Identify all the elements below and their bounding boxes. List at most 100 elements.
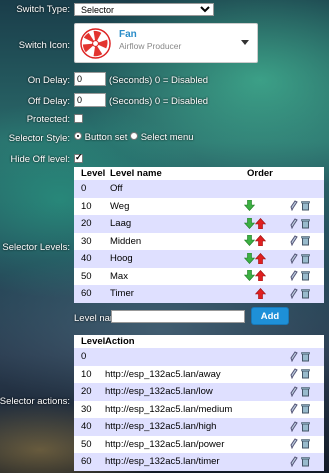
trash-icon[interactable] [301,403,310,414]
level-name-input[interactable] [111,310,245,323]
arrow-up-icon[interactable] [254,253,267,265]
row-tools [290,215,310,233]
trash-icon[interactable] [301,200,310,211]
trash-icon[interactable] [301,270,310,281]
row-tools [290,453,310,471]
order-controls [244,285,267,303]
level-value: 20 [81,218,92,229]
arrow-down-icon[interactable] [243,235,256,247]
action-row: 40 http://esp_132ac5.lan/high [74,418,324,436]
level-value: 30 [81,235,92,247]
pencil-icon[interactable] [290,456,298,468]
row-tools [290,250,310,268]
switch-type-select[interactable]: Selector [74,3,214,16]
order-controls [244,180,266,198]
arrow-up-icon[interactable] [254,218,267,230]
arrow-down-icon[interactable] [243,270,256,282]
selector-actions-label: Selector actions: [0,396,70,407]
row-tools [290,401,310,419]
header-action: Action [105,336,135,347]
action-url: http://esp_132ac5.lan/high [105,421,217,432]
pencil-icon[interactable] [290,235,298,247]
icon-description: Airflow Producer [119,41,182,51]
on-delay-input[interactable] [74,72,106,86]
pencil-icon[interactable] [290,288,298,300]
add-button[interactable]: Add [251,307,289,325]
switch-icon-dropdown[interactable]: Fan Airflow Producer [74,23,258,63]
action-url: http://esp_132ac5.lan/low [105,386,213,397]
row-tools [290,285,310,303]
on-delay-label: On Delay: [27,75,70,86]
trash-icon[interactable] [301,235,310,246]
level-name: Timer [110,288,134,299]
arrow-down-icon[interactable] [243,200,256,212]
protected-checkbox[interactable] [74,114,83,123]
arrow-up-icon[interactable] [254,288,267,300]
trash-icon[interactable] [301,351,310,362]
trash-icon[interactable] [301,368,310,379]
radio-select-menu-label: Select menu [140,132,194,143]
trash-icon[interactable] [301,288,310,299]
pencil-icon[interactable] [290,438,298,450]
action-row: 20 http://esp_132ac5.lan/low [74,383,324,401]
level-name: Midden [110,235,142,247]
trash-icon[interactable] [301,421,310,432]
radio-select-menu[interactable] [130,132,139,141]
level-row: 10 Weg [74,197,324,216]
level-row: 50 Max [74,267,324,286]
level-name: Laag [110,218,132,229]
pencil-icon[interactable] [290,368,298,380]
level-row: 40 Hoog [74,250,324,268]
icon-name: Fan [119,29,137,40]
chevron-down-icon [241,40,249,45]
row-tools [290,436,310,454]
trash-icon[interactable] [301,218,310,229]
action-row: 60 http://esp_132ac5.lan/timer [74,453,324,471]
pencil-icon[interactable] [290,218,298,230]
level-value: 10 [81,200,92,212]
action-url: http://esp_132ac5.lan/medium [105,403,233,415]
pencil-icon[interactable] [290,270,298,282]
level-name: Off [110,183,123,194]
action-url: http://esp_132ac5.lan/away [105,368,221,380]
level-row: 60 Timer [74,285,324,303]
level-row: 20 Laag [74,215,324,233]
arrow-down-icon[interactable] [243,252,256,264]
off-delay-input[interactable] [74,93,106,107]
actions-header: Level Action [74,335,324,348]
arrow-down-icon[interactable] [243,217,256,229]
arrow-up-icon[interactable] [254,270,267,282]
row-tools [290,348,310,366]
level-row: 30 Midden [74,232,324,251]
level-name: Max [110,270,128,282]
order-controls [243,233,267,251]
radio-button-set[interactable] [74,132,82,141]
action-level: 30 [81,403,92,415]
protected-label: Protected: [26,114,70,125]
pencil-icon[interactable] [290,403,298,415]
header-order: Order [247,168,273,179]
row-tools [290,383,310,401]
action-level: 20 [81,386,92,397]
trash-icon[interactable] [301,253,310,264]
arrow-up-icon[interactable] [254,235,267,247]
row-tools [290,198,310,216]
trash-icon[interactable] [301,456,310,467]
trash-icon[interactable] [301,386,310,397]
hide-off-label: Hide Off level: [10,154,71,165]
row-tools [290,268,310,286]
level-name: Hoog [110,253,133,264]
pencil-icon[interactable] [290,200,298,212]
trash-icon[interactable] [301,438,310,449]
switch-icon-label: Switch Icon: [18,40,70,51]
order-controls [243,250,267,268]
action-url: http://esp_132ac5.lan/power [105,438,225,450]
action-level: 0 [81,351,87,362]
fan-icon [80,28,111,59]
pencil-icon[interactable] [290,386,298,398]
pencil-icon[interactable] [290,351,298,363]
pencil-icon[interactable] [290,253,298,265]
level-row: 0 Off [74,180,324,198]
pencil-icon[interactable] [290,421,298,433]
hide-off-checkbox[interactable] [74,152,83,163]
